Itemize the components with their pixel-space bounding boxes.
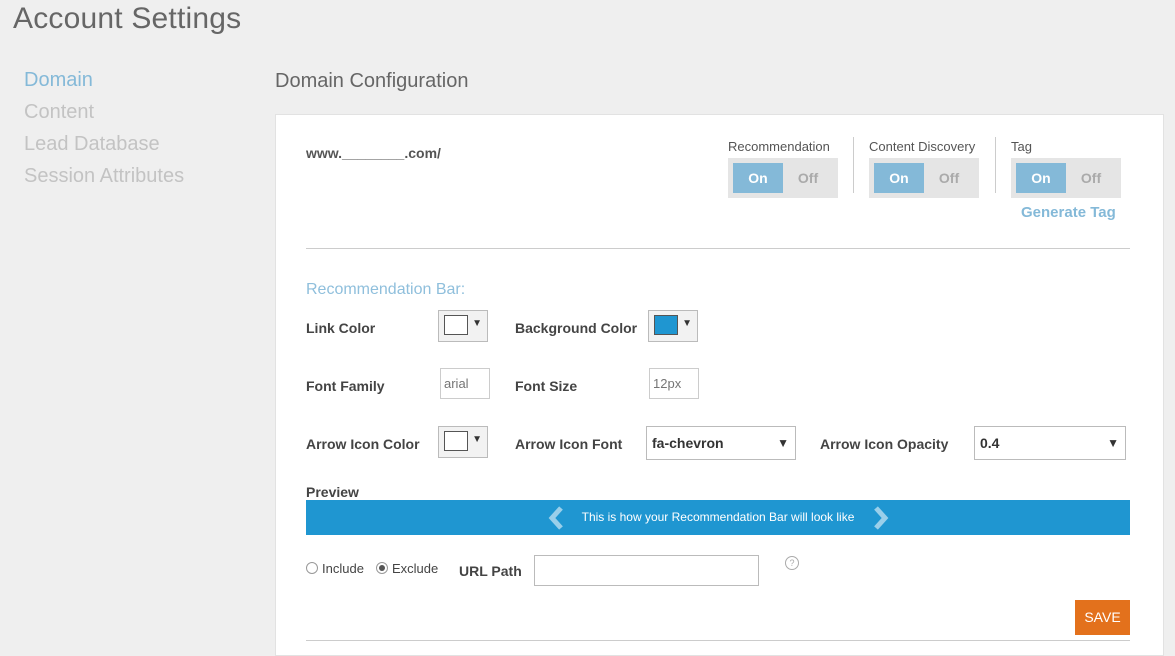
preview-label: Preview	[306, 484, 359, 500]
recommendation-toggle-group: Recommendation On Off	[728, 139, 838, 198]
font-size-label: Font Size	[515, 378, 578, 394]
font-family-label: Font Family	[306, 378, 385, 394]
domain-suffix: .com/	[404, 145, 441, 161]
domain-blank: ________	[342, 145, 405, 161]
sidebar-nav: Domain Content Lead Database Session Att…	[24, 64, 184, 192]
background-color-picker[interactable]: ▼	[648, 310, 698, 342]
divider	[306, 248, 1130, 249]
content-discovery-toggle-group: Content Discovery On Off	[869, 139, 979, 198]
content-discovery-on-button[interactable]: On	[874, 163, 924, 193]
chevron-down-icon: ▼	[472, 434, 482, 445]
arrow-icon-opacity-value: 0.4	[980, 435, 1000, 451]
include-radio[interactable]	[306, 562, 318, 574]
background-color-label: Background Color	[515, 320, 638, 336]
recommendation-toggle-label: Recommendation	[728, 139, 830, 154]
arrow-icon-color-picker[interactable]: ▼	[438, 426, 488, 458]
domain-config-panel: www.________.com/ Recommendation On Off …	[275, 114, 1164, 656]
section-title: Domain Configuration	[275, 70, 469, 92]
include-label: Include	[322, 561, 364, 576]
arrow-icon-opacity-select[interactable]: 0.4 ▼	[974, 426, 1126, 460]
link-color-label: Link Color	[306, 320, 376, 336]
content-discovery-toggle-label: Content Discovery	[869, 139, 976, 154]
font-family-input[interactable]	[440, 368, 490, 399]
domain-prefix: www.	[306, 145, 343, 161]
sidebar-item-content[interactable]: Content	[24, 96, 184, 128]
recommendation-toggle[interactable]: On Off	[728, 158, 838, 198]
url-path-input[interactable]	[534, 555, 759, 586]
sidebar-item-domain[interactable]: Domain	[24, 64, 184, 96]
content-discovery-toggle[interactable]: On Off	[869, 158, 979, 198]
tag-off-button[interactable]: Off	[1066, 163, 1116, 193]
content-discovery-off-button[interactable]: Off	[924, 163, 974, 193]
arrow-icon-color-label: Arrow Icon Color	[306, 436, 420, 452]
help-icon[interactable]: ?	[785, 556, 799, 570]
chevron-down-icon: ▼	[682, 318, 692, 329]
domain-name: www.________.com/	[306, 145, 441, 161]
url-path-label: URL Path	[459, 563, 522, 579]
exclude-label: Exclude	[392, 561, 439, 576]
recommendation-bar-heading: Recommendation Bar:	[306, 281, 466, 298]
page-title: Account Settings	[13, 2, 242, 35]
divider	[306, 640, 1130, 641]
link-color-swatch	[444, 315, 468, 335]
sidebar-item-session-attributes[interactable]: Session Attributes	[24, 160, 184, 192]
exclude-radio-option[interactable]: Exclude	[376, 561, 438, 576]
background-color-swatch	[654, 315, 678, 335]
save-button[interactable]: SAVE	[1075, 600, 1130, 635]
chevron-down-icon: ▼	[472, 318, 482, 329]
arrow-icon-font-value: fa-chevron	[652, 435, 724, 451]
chevron-down-icon: ▼	[777, 436, 789, 450]
chevron-down-icon: ▼	[1107, 436, 1119, 450]
toggle-divider	[853, 137, 854, 193]
preview-text: This is how your Recommendation Bar will…	[581, 510, 855, 524]
font-size-input[interactable]	[649, 368, 699, 399]
generate-tag-link[interactable]: Generate Tag	[1021, 204, 1116, 221]
include-radio-option[interactable]: Include	[306, 561, 364, 576]
arrow-icon-opacity-label: Arrow Icon Opacity	[820, 436, 949, 452]
chevron-right-icon	[874, 506, 889, 530]
tag-toggle-group: Tag On Off	[1011, 139, 1121, 198]
toggle-divider	[995, 137, 996, 193]
sidebar-item-lead-database[interactable]: Lead Database	[24, 128, 184, 160]
arrow-icon-font-select[interactable]: fa-chevron ▼	[646, 426, 796, 460]
arrow-icon-color-swatch	[444, 431, 468, 451]
link-color-picker[interactable]: ▼	[438, 310, 488, 342]
exclude-radio[interactable]	[376, 562, 388, 574]
recommendation-bar-preview: This is how your Recommendation Bar will…	[306, 500, 1130, 535]
recommendation-on-button[interactable]: On	[733, 163, 783, 193]
tag-toggle-label: Tag	[1011, 139, 1032, 154]
tag-toggle[interactable]: On Off	[1011, 158, 1121, 198]
tag-on-button[interactable]: On	[1016, 163, 1066, 193]
arrow-icon-font-label: Arrow Icon Font	[515, 436, 623, 452]
recommendation-off-button[interactable]: Off	[783, 163, 833, 193]
